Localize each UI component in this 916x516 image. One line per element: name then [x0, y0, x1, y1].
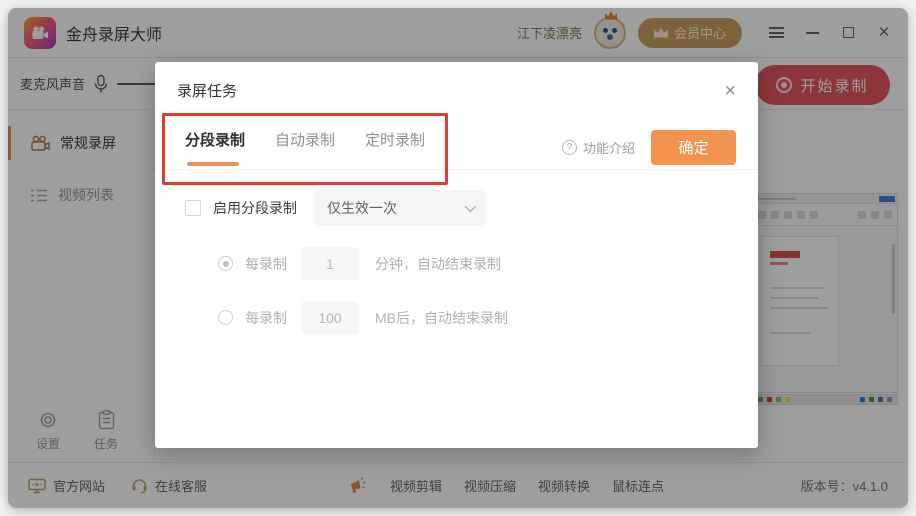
feature-intro-link[interactable]: ? 功能介绍 [561, 138, 635, 157]
app-window: 金舟录屏大师 江下凌漂亮 会员中心 × 麦克风声音 开始录制 常规录屏 视频列表… [8, 8, 908, 508]
enable-segment-label: 启用分段录制 [213, 200, 297, 216]
confirm-button[interactable]: 确定 [651, 129, 736, 165]
tab-timed-record[interactable]: 定时录制 [365, 129, 425, 166]
modal-tabs: 分段录制 自动录制 定时录制 [185, 129, 425, 166]
dropdown-value: 仅生效一次 [327, 200, 397, 216]
modal-close-icon[interactable]: × [724, 81, 736, 101]
modal-title: 录屏任务 [177, 83, 238, 100]
minute-value-input[interactable] [301, 247, 359, 280]
effect-mode-dropdown[interactable]: 仅生效一次 [315, 190, 485, 226]
size-value-input[interactable] [301, 301, 359, 334]
chevron-down-icon [464, 200, 477, 213]
size-rule-radio[interactable] [218, 310, 233, 325]
tab-auto-record[interactable]: 自动录制 [275, 129, 335, 166]
feature-intro-label: 功能介绍 [582, 140, 635, 156]
record-task-modal: 录屏任务 × 分段录制 自动录制 定时录制 ? 功能介绍 确定 启用分段录制 仅… [155, 62, 758, 448]
enable-segment-checkbox[interactable] [185, 200, 201, 216]
question-circle-icon: ? [561, 139, 577, 155]
tab-segment-record[interactable]: 分段录制 [185, 129, 245, 166]
minute-rule-radio[interactable] [218, 256, 233, 271]
